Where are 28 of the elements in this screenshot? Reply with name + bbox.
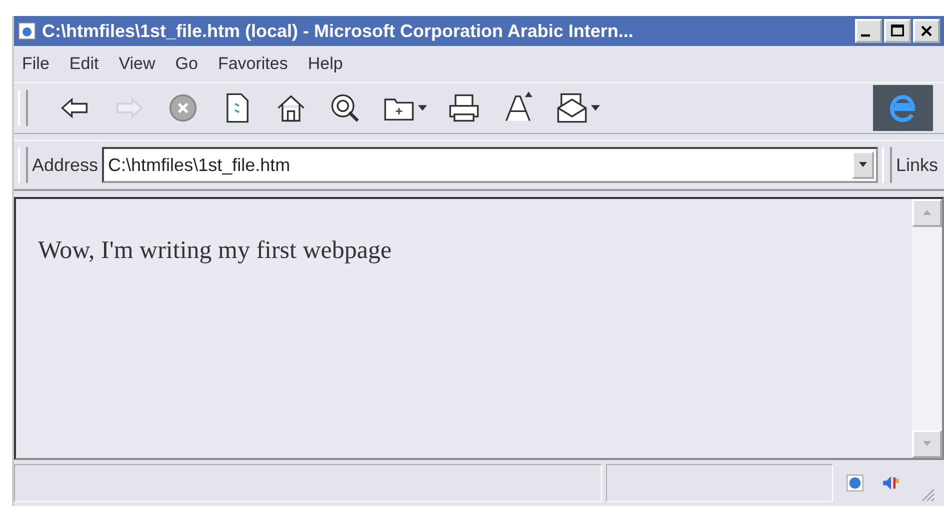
menu-item[interactable]: Go <box>175 54 198 74</box>
up-arrow-icon <box>923 210 931 216</box>
dropdown-arrow-icon <box>418 104 427 112</box>
links-button[interactable]: Links <box>896 154 944 176</box>
dropdown-arrow-icon <box>591 104 600 112</box>
down-arrow-icon <box>923 441 931 447</box>
speaker-icon <box>882 474 900 492</box>
menu-item[interactable]: Help <box>308 54 343 74</box>
mail-icon <box>555 91 589 125</box>
close-button[interactable] <box>913 19 940 43</box>
page-text: Wow, I'm writing my first webpage <box>38 237 392 264</box>
toolbar-handle[interactable] <box>18 147 28 183</box>
toolbar-handle[interactable] <box>18 90 28 126</box>
maximize-button[interactable] <box>884 19 911 43</box>
document-icon <box>18 22 36 40</box>
address-label: Address <box>32 154 98 176</box>
dropdown-button[interactable] <box>852 151 874 179</box>
globe-icon <box>846 474 864 492</box>
address-field[interactable]: C:\htmfiles\1st_file.htm <box>102 147 878 183</box>
menu-item[interactable]: File <box>22 54 50 74</box>
minimize-icon <box>861 34 870 37</box>
menu-item[interactable]: Edit <box>69 54 99 74</box>
dropdown-arrow-icon <box>858 162 867 168</box>
minimize-button[interactable] <box>855 19 882 43</box>
window-title: C:\htmfiles\1st_file.htm (local) - Microsoft Corporation Arabic Intern... <box>42 20 634 42</box>
toolbar-handle[interactable] <box>882 147 892 183</box>
menu-item[interactable]: View <box>118 54 156 74</box>
menu-item[interactable]: Favorites <box>218 54 288 74</box>
